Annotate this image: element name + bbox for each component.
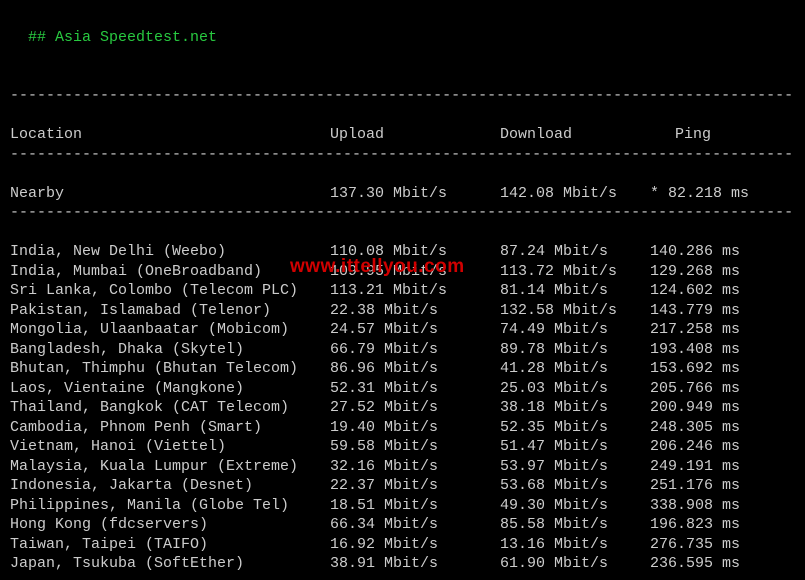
nearby-upload: 137.30 Mbit/s xyxy=(330,184,500,204)
table-row-upload: 113.21 Mbit/s xyxy=(330,281,500,301)
table-row-upload: 66.79 Mbit/s xyxy=(330,340,500,360)
table-row-upload: 38.91 Mbit/s xyxy=(330,554,500,574)
table-row-location: Sri Lanka, Colombo (Telecom PLC) xyxy=(10,281,330,301)
table-row-ping: 193.408 ms xyxy=(650,340,770,360)
table-row-location: Bangladesh, Dhaka (Skytel) xyxy=(10,340,330,360)
table-row-upload: 86.96 Mbit/s xyxy=(330,359,500,379)
table-row-upload: 19.40 Mbit/s xyxy=(330,418,500,438)
table-row-location: Philippines, Manila (Globe Tel) xyxy=(10,496,330,516)
table-row-ping: 217.258 ms xyxy=(650,320,770,340)
table-row-location: Hong Kong (fdcservers) xyxy=(10,515,330,535)
header-upload: Upload xyxy=(330,125,500,145)
header-download: Download xyxy=(500,125,650,145)
table-row-location: Thailand, Bangkok (CAT Telecom) xyxy=(10,398,330,418)
table-row-ping: 249.191 ms xyxy=(650,457,770,477)
table-row-download: 51.47 Mbit/s xyxy=(500,437,650,457)
table-row-location: Japan, Tsukuba (SoftEther) xyxy=(10,554,330,574)
table-row-download: 53.97 Mbit/s xyxy=(500,457,650,477)
table-row-ping: 143.779 ms xyxy=(650,301,770,321)
table-row-upload: 59.58 Mbit/s xyxy=(330,437,500,457)
table-row-ping: 251.176 ms xyxy=(650,476,770,496)
table-row-download: 41.28 Mbit/s xyxy=(500,359,650,379)
table-row-ping: 153.692 ms xyxy=(650,359,770,379)
table-row-upload: 66.34 Mbit/s xyxy=(330,515,500,535)
table-row-ping: 248.305 ms xyxy=(650,418,770,438)
table-row-upload: 110.08 Mbit/s xyxy=(330,242,500,262)
table-row-ping: 236.595 ms xyxy=(650,554,770,574)
table-row-download: 53.68 Mbit/s xyxy=(500,476,650,496)
table-row-ping: 206.246 ms xyxy=(650,437,770,457)
table-row-download: 74.49 Mbit/s xyxy=(500,320,650,340)
table-row-ping: 205.766 ms xyxy=(650,379,770,399)
nearby-download: 142.08 Mbit/s xyxy=(500,184,650,204)
table-row-upload: 32.16 Mbit/s xyxy=(330,457,500,477)
table-row-download: 87.24 Mbit/s xyxy=(500,242,650,262)
table-row-download: 61.90 Mbit/s xyxy=(500,554,650,574)
table-row-ping: 140.286 ms xyxy=(650,242,770,262)
table-row-location: Pakistan, Islamabad (Telenor) xyxy=(10,301,330,321)
table-row-download: 38.18 Mbit/s xyxy=(500,398,650,418)
table-row-location: Bhutan, Thimphu (Bhutan Telecom) xyxy=(10,359,330,379)
table-row-download: 25.03 Mbit/s xyxy=(500,379,650,399)
table-row-location: Laos, Vientaine (Mangkone) xyxy=(10,379,330,399)
table-row-upload: 109.95 Mbit/s xyxy=(330,262,500,282)
table-row-location: India, Mumbai (OneBroadband) xyxy=(10,262,330,282)
table-row-location: Vietnam, Hanoi (Viettel) xyxy=(10,437,330,457)
header-ping: Ping xyxy=(650,125,795,145)
table-row-download: 132.58 Mbit/s xyxy=(500,301,650,321)
hr: ----------------------------------------… xyxy=(10,145,795,165)
hr: ----------------------------------------… xyxy=(10,203,795,223)
table-row-upload: 52.31 Mbit/s xyxy=(330,379,500,399)
table-row-download: 85.58 Mbit/s xyxy=(500,515,650,535)
hr: ----------------------------------------… xyxy=(10,574,795,580)
table-row-upload: 27.52 Mbit/s xyxy=(330,398,500,418)
table-row-ping: 196.823 ms xyxy=(650,515,770,535)
table-row-location: Taiwan, Taipei (TAIFO) xyxy=(10,535,330,555)
table-row-location: Cambodia, Phnom Penh (Smart) xyxy=(10,418,330,438)
table-row-download: 89.78 Mbit/s xyxy=(500,340,650,360)
table-row-ping: 200.949 ms xyxy=(650,398,770,418)
table-row-upload: 24.57 Mbit/s xyxy=(330,320,500,340)
terminal-window: ## Asia Speedtest.net ------------------… xyxy=(0,0,805,580)
table-row-download: 49.30 Mbit/s xyxy=(500,496,650,516)
table-row-upload: 22.37 Mbit/s xyxy=(330,476,500,496)
hr: ----------------------------------------… xyxy=(10,86,795,106)
table-row-download: 52.35 Mbit/s xyxy=(500,418,650,438)
table-row-location: Indonesia, Jakarta (Desnet) xyxy=(10,476,330,496)
nearby-ping: * 82.218 ms xyxy=(650,184,770,204)
results-table: India, New Delhi (Weebo)110.08 Mbit/s87.… xyxy=(10,242,795,574)
table-row-ping: 129.268 ms xyxy=(650,262,770,282)
table-row-upload: 18.51 Mbit/s xyxy=(330,496,500,516)
header-location: Location xyxy=(10,125,330,145)
table-row-ping: 338.908 ms xyxy=(650,496,770,516)
table-row-download: 81.14 Mbit/s xyxy=(500,281,650,301)
title: ## Asia Speedtest.net xyxy=(28,29,217,46)
table-row-location: Malaysia, Kuala Lumpur (Extreme) xyxy=(10,457,330,477)
table-row-upload: 16.92 Mbit/s xyxy=(330,535,500,555)
table-row-ping: 276.735 ms xyxy=(650,535,770,555)
table-row-location: India, New Delhi (Weebo) xyxy=(10,242,330,262)
table-row-upload: 22.38 Mbit/s xyxy=(330,301,500,321)
table-row-download: 13.16 Mbit/s xyxy=(500,535,650,555)
table-row-ping: 124.602 ms xyxy=(650,281,770,301)
table-row-download: 113.72 Mbit/s xyxy=(500,262,650,282)
table-row-location: Mongolia, Ulaanbaatar (Mobicom) xyxy=(10,320,330,340)
nearby-label: Nearby xyxy=(10,184,330,204)
